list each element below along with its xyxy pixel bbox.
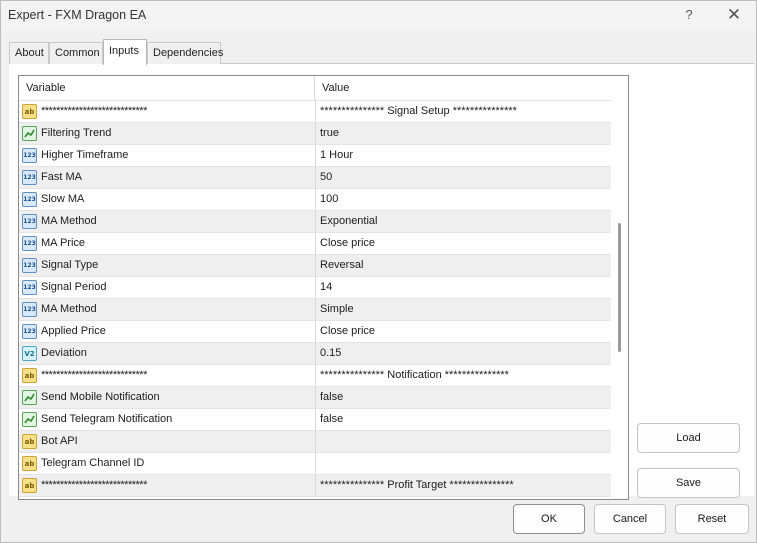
- variable-name-cell: Applied Price: [41, 325, 106, 337]
- value-cell[interactable]: Reversal: [315, 255, 611, 276]
- integer-icon: 123: [22, 170, 37, 185]
- integer-icon: 123: [22, 324, 37, 339]
- value-cell[interactable]: [315, 431, 611, 452]
- integer-icon: 123: [22, 258, 37, 273]
- table-row[interactable]: Send Mobile Notification false: [19, 387, 611, 409]
- variable-name-cell: Signal Type: [41, 259, 99, 271]
- value-cell[interactable]: false: [315, 387, 611, 408]
- double-icon: V2: [22, 346, 37, 361]
- bool-icon: [22, 390, 37, 405]
- tab-inputs[interactable]: Inputs: [103, 39, 147, 65]
- integer-icon: 123: [22, 192, 37, 207]
- variable-name-cell: Higher Timeframe: [41, 149, 129, 161]
- value-cell[interactable]: Close price: [315, 321, 611, 342]
- variable-name-cell: Signal Period: [41, 281, 107, 293]
- table-row[interactable]: Filtering Trend true: [19, 123, 611, 145]
- value-cell[interactable]: Simple: [315, 299, 611, 320]
- table-row[interactable]: 123 Fast MA 50: [19, 167, 611, 189]
- variable-name-cell: Filtering Trend: [41, 127, 112, 139]
- variable-name-cell: Slow MA: [41, 193, 85, 205]
- bool-icon: [22, 126, 37, 141]
- table-row[interactable]: 123 Higher Timeframe 1 Hour: [19, 145, 611, 167]
- table-row[interactable]: 123 MA Method Exponential: [19, 211, 611, 233]
- value-cell[interactable]: [315, 453, 611, 474]
- string-icon: ab: [22, 434, 37, 449]
- table-row[interactable]: V2 Deviation 0.15: [19, 343, 611, 365]
- table-row[interactable]: ab **************************** **********…: [19, 365, 611, 387]
- table-row[interactable]: 123 Signal Type Reversal: [19, 255, 611, 277]
- close-button[interactable]: ✕: [720, 4, 748, 28]
- variable-name-cell: MA Method: [41, 215, 97, 227]
- value-cell[interactable]: 0.15: [315, 343, 611, 364]
- value-cell[interactable]: *************** Profit Target **********…: [315, 475, 611, 496]
- variable-name-cell: Send Telegram Notification: [41, 413, 173, 425]
- string-icon: ab: [22, 104, 37, 119]
- grid-rows: ab **************************** **********…: [19, 101, 611, 497]
- value-cell[interactable]: Close price: [315, 233, 611, 254]
- inputs-grid: Variable Value ab ***********************…: [18, 75, 629, 500]
- table-row[interactable]: 123 Signal Period 14: [19, 277, 611, 299]
- load-button[interactable]: Load: [637, 423, 740, 453]
- table-row[interactable]: Send Telegram Notification false: [19, 409, 611, 431]
- string-icon: ab: [22, 456, 37, 471]
- ok-button[interactable]: OK: [513, 504, 585, 534]
- expert-dialog: Expert - FXM Dragon EA ? ✕ About Common …: [0, 0, 757, 543]
- table-row[interactable]: ab **************************** **********…: [19, 475, 611, 497]
- bool-icon: [22, 412, 37, 427]
- variable-name-cell: Bot API: [41, 435, 78, 447]
- variable-name-cell: ****************************: [41, 369, 147, 381]
- value-cell[interactable]: 50: [315, 167, 611, 188]
- tab-about[interactable]: About: [9, 42, 49, 64]
- table-row[interactable]: ab Telegram Channel ID: [19, 453, 611, 475]
- variable-name-cell: Fast MA: [41, 171, 82, 183]
- value-cell[interactable]: 100: [315, 189, 611, 210]
- value-column-header[interactable]: Value: [315, 76, 611, 101]
- variable-name-cell: ****************************: [41, 105, 147, 117]
- value-cell[interactable]: 1 Hour: [315, 145, 611, 166]
- string-icon: ab: [22, 368, 37, 383]
- title-bar[interactable]: Expert - FXM Dragon EA ? ✕: [1, 1, 756, 31]
- table-row[interactable]: 123 MA Method Simple: [19, 299, 611, 321]
- window-title: Expert - FXM Dragon EA: [8, 8, 147, 22]
- table-row[interactable]: 123 Slow MA 100: [19, 189, 611, 211]
- value-cell[interactable]: Exponential: [315, 211, 611, 232]
- integer-icon: 123: [22, 214, 37, 229]
- integer-icon: 123: [22, 148, 37, 163]
- table-row[interactable]: ab Bot API: [19, 431, 611, 453]
- tab-common[interactable]: Common: [49, 42, 103, 64]
- value-cell[interactable]: 14: [315, 277, 611, 298]
- value-cell[interactable]: *************** Signal Setup ***********…: [315, 101, 611, 122]
- help-button[interactable]: ?: [675, 4, 703, 28]
- integer-icon: 123: [22, 302, 37, 317]
- tab-dependencies[interactable]: Dependencies: [147, 42, 223, 64]
- integer-icon: 123: [22, 236, 37, 251]
- variable-name-cell: Telegram Channel ID: [41, 457, 145, 469]
- integer-icon: 123: [22, 280, 37, 295]
- table-row[interactable]: 123 MA Price Close price: [19, 233, 611, 255]
- value-cell[interactable]: true: [315, 123, 611, 144]
- grid-scrollbar[interactable]: [611, 101, 627, 498]
- variable-name-cell: ****************************: [41, 479, 147, 491]
- variable-name-cell: Send Mobile Notification: [41, 391, 160, 403]
- scrollbar-thumb[interactable]: [618, 223, 621, 352]
- grid-header: Variable Value: [19, 76, 611, 101]
- variable-name-cell: MA Method: [41, 303, 97, 315]
- table-row[interactable]: 123 Applied Price Close price: [19, 321, 611, 343]
- value-cell[interactable]: *************** Notification ***********…: [315, 365, 611, 386]
- string-icon: ab: [22, 478, 37, 493]
- value-cell[interactable]: false: [315, 409, 611, 430]
- save-button[interactable]: Save: [637, 468, 740, 498]
- variable-column-header[interactable]: Variable: [19, 76, 315, 101]
- reset-button[interactable]: Reset: [675, 504, 749, 534]
- variable-name-cell: MA Price: [41, 237, 86, 249]
- variable-name-cell: Deviation: [41, 347, 87, 359]
- table-row[interactable]: ab **************************** **********…: [19, 101, 611, 123]
- cancel-button[interactable]: Cancel: [594, 504, 666, 534]
